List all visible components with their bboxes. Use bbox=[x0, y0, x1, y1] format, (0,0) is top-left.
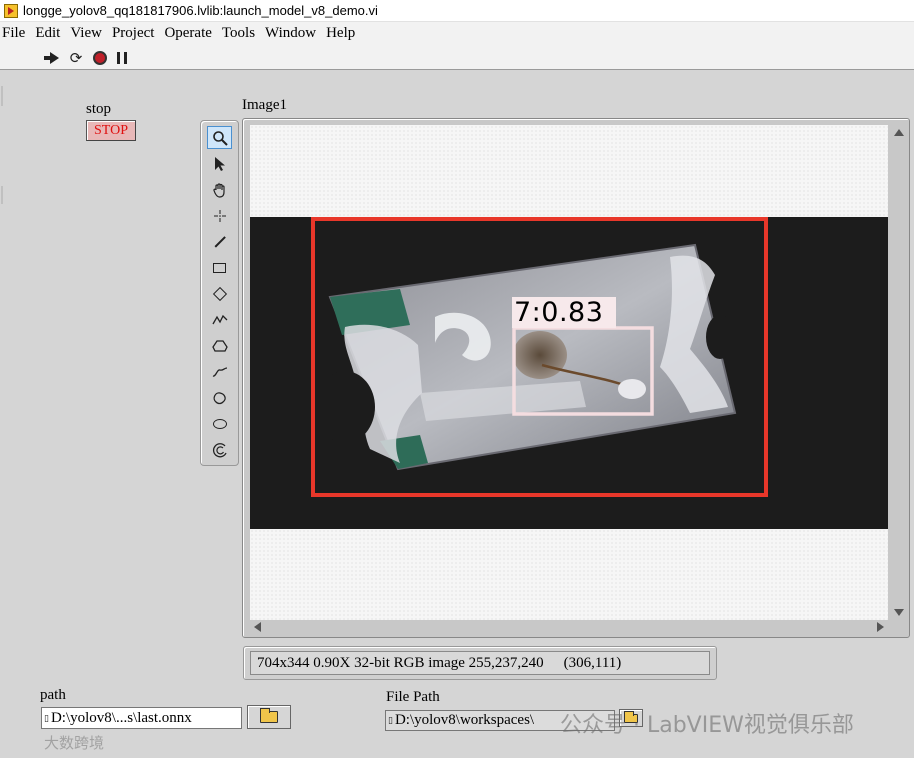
oval-icon[interactable] bbox=[207, 412, 232, 435]
menu-tools[interactable]: Tools bbox=[220, 25, 263, 42]
line-icon[interactable] bbox=[207, 230, 232, 253]
stop-button[interactable]: STOP bbox=[86, 120, 136, 141]
pan-hand-icon[interactable] bbox=[207, 178, 232, 201]
window-title: longge_yolov8_qq181817906.lvlib:launch_m… bbox=[23, 3, 378, 18]
path-input[interactable]: ▯ D:\yolov8\...s\last.onnx bbox=[41, 707, 242, 729]
image-display-frame: 7:0.83 bbox=[242, 118, 910, 638]
vi-toolbar: ⟳ bbox=[0, 44, 914, 70]
stop-label: stop bbox=[86, 101, 112, 117]
pointer-icon[interactable] bbox=[207, 152, 232, 175]
path-value: D:\yolov8\...s\last.onnx bbox=[50, 709, 192, 726]
image-horizontal-scrollbar[interactable] bbox=[250, 620, 888, 634]
window-titlebar: longge_yolov8_qq181817906.lvlib:launch_m… bbox=[0, 0, 914, 22]
folder-icon bbox=[260, 708, 278, 723]
scroll-up-icon[interactable] bbox=[894, 129, 904, 136]
detection-label: 7:0.83 bbox=[514, 297, 604, 328]
image-tools-palette bbox=[200, 120, 239, 466]
file-path-type-icon: ▯ bbox=[388, 715, 393, 725]
point-icon[interactable] bbox=[207, 204, 232, 227]
image-canvas[interactable]: 7:0.83 bbox=[250, 125, 888, 620]
image-info-text: 704x344 0.90X 32-bit RGB image 255,237,2… bbox=[257, 654, 544, 671]
image-status-bar: 704x344 0.90X 32-bit RGB image 255,237,2… bbox=[243, 646, 717, 680]
image-vertical-scrollbar[interactable] bbox=[890, 125, 907, 620]
cursor-coordinates: (306,111) bbox=[563, 654, 622, 671]
menu-view[interactable]: View bbox=[68, 25, 110, 42]
menu-bar: File Edit View Project Operate Tools Win… bbox=[0, 22, 914, 44]
labview-vi-icon bbox=[4, 3, 18, 18]
watermark-right: 公众号 · LabVIEW视觉俱乐部 bbox=[560, 713, 854, 738]
freehand-region-icon[interactable] bbox=[207, 386, 232, 409]
rotated-rectangle-icon[interactable] bbox=[207, 282, 232, 305]
scroll-right-icon[interactable] bbox=[877, 622, 884, 632]
path-label: path bbox=[40, 687, 66, 703]
run-continuously-icon[interactable]: ⟳ bbox=[68, 50, 84, 66]
scroll-left-icon[interactable] bbox=[254, 622, 261, 632]
polyline-icon[interactable] bbox=[207, 308, 232, 331]
rectangle-icon[interactable] bbox=[207, 256, 232, 279]
left-edge-marks bbox=[0, 86, 4, 206]
file-path-value: D:\yolov8\workspaces\ bbox=[394, 712, 535, 728]
polygon-icon[interactable] bbox=[207, 334, 232, 357]
path-browse-button[interactable] bbox=[247, 705, 291, 729]
menu-help[interactable]: Help bbox=[324, 25, 363, 42]
menu-file[interactable]: File bbox=[0, 25, 33, 42]
scroll-down-icon[interactable] bbox=[894, 609, 904, 616]
menu-operate[interactable]: Operate bbox=[162, 25, 219, 42]
menu-window[interactable]: Window bbox=[263, 25, 324, 42]
annulus-icon[interactable] bbox=[207, 438, 232, 461]
path-type-icon: ▯ bbox=[44, 712, 49, 723]
abort-icon[interactable] bbox=[92, 50, 108, 66]
zoom-icon[interactable] bbox=[207, 126, 232, 149]
run-arrow-icon[interactable] bbox=[43, 50, 62, 66]
menu-edit[interactable]: Edit bbox=[33, 25, 68, 42]
file-path-label: File Path bbox=[386, 689, 440, 705]
inspected-image: 7:0.83 bbox=[250, 217, 888, 529]
watermark-left: 大数跨境 bbox=[44, 734, 105, 752]
pause-icon[interactable] bbox=[114, 50, 130, 66]
freehand-line-icon[interactable] bbox=[207, 360, 232, 383]
menu-project[interactable]: Project bbox=[110, 25, 163, 42]
image-display-label: Image1 bbox=[242, 97, 287, 113]
